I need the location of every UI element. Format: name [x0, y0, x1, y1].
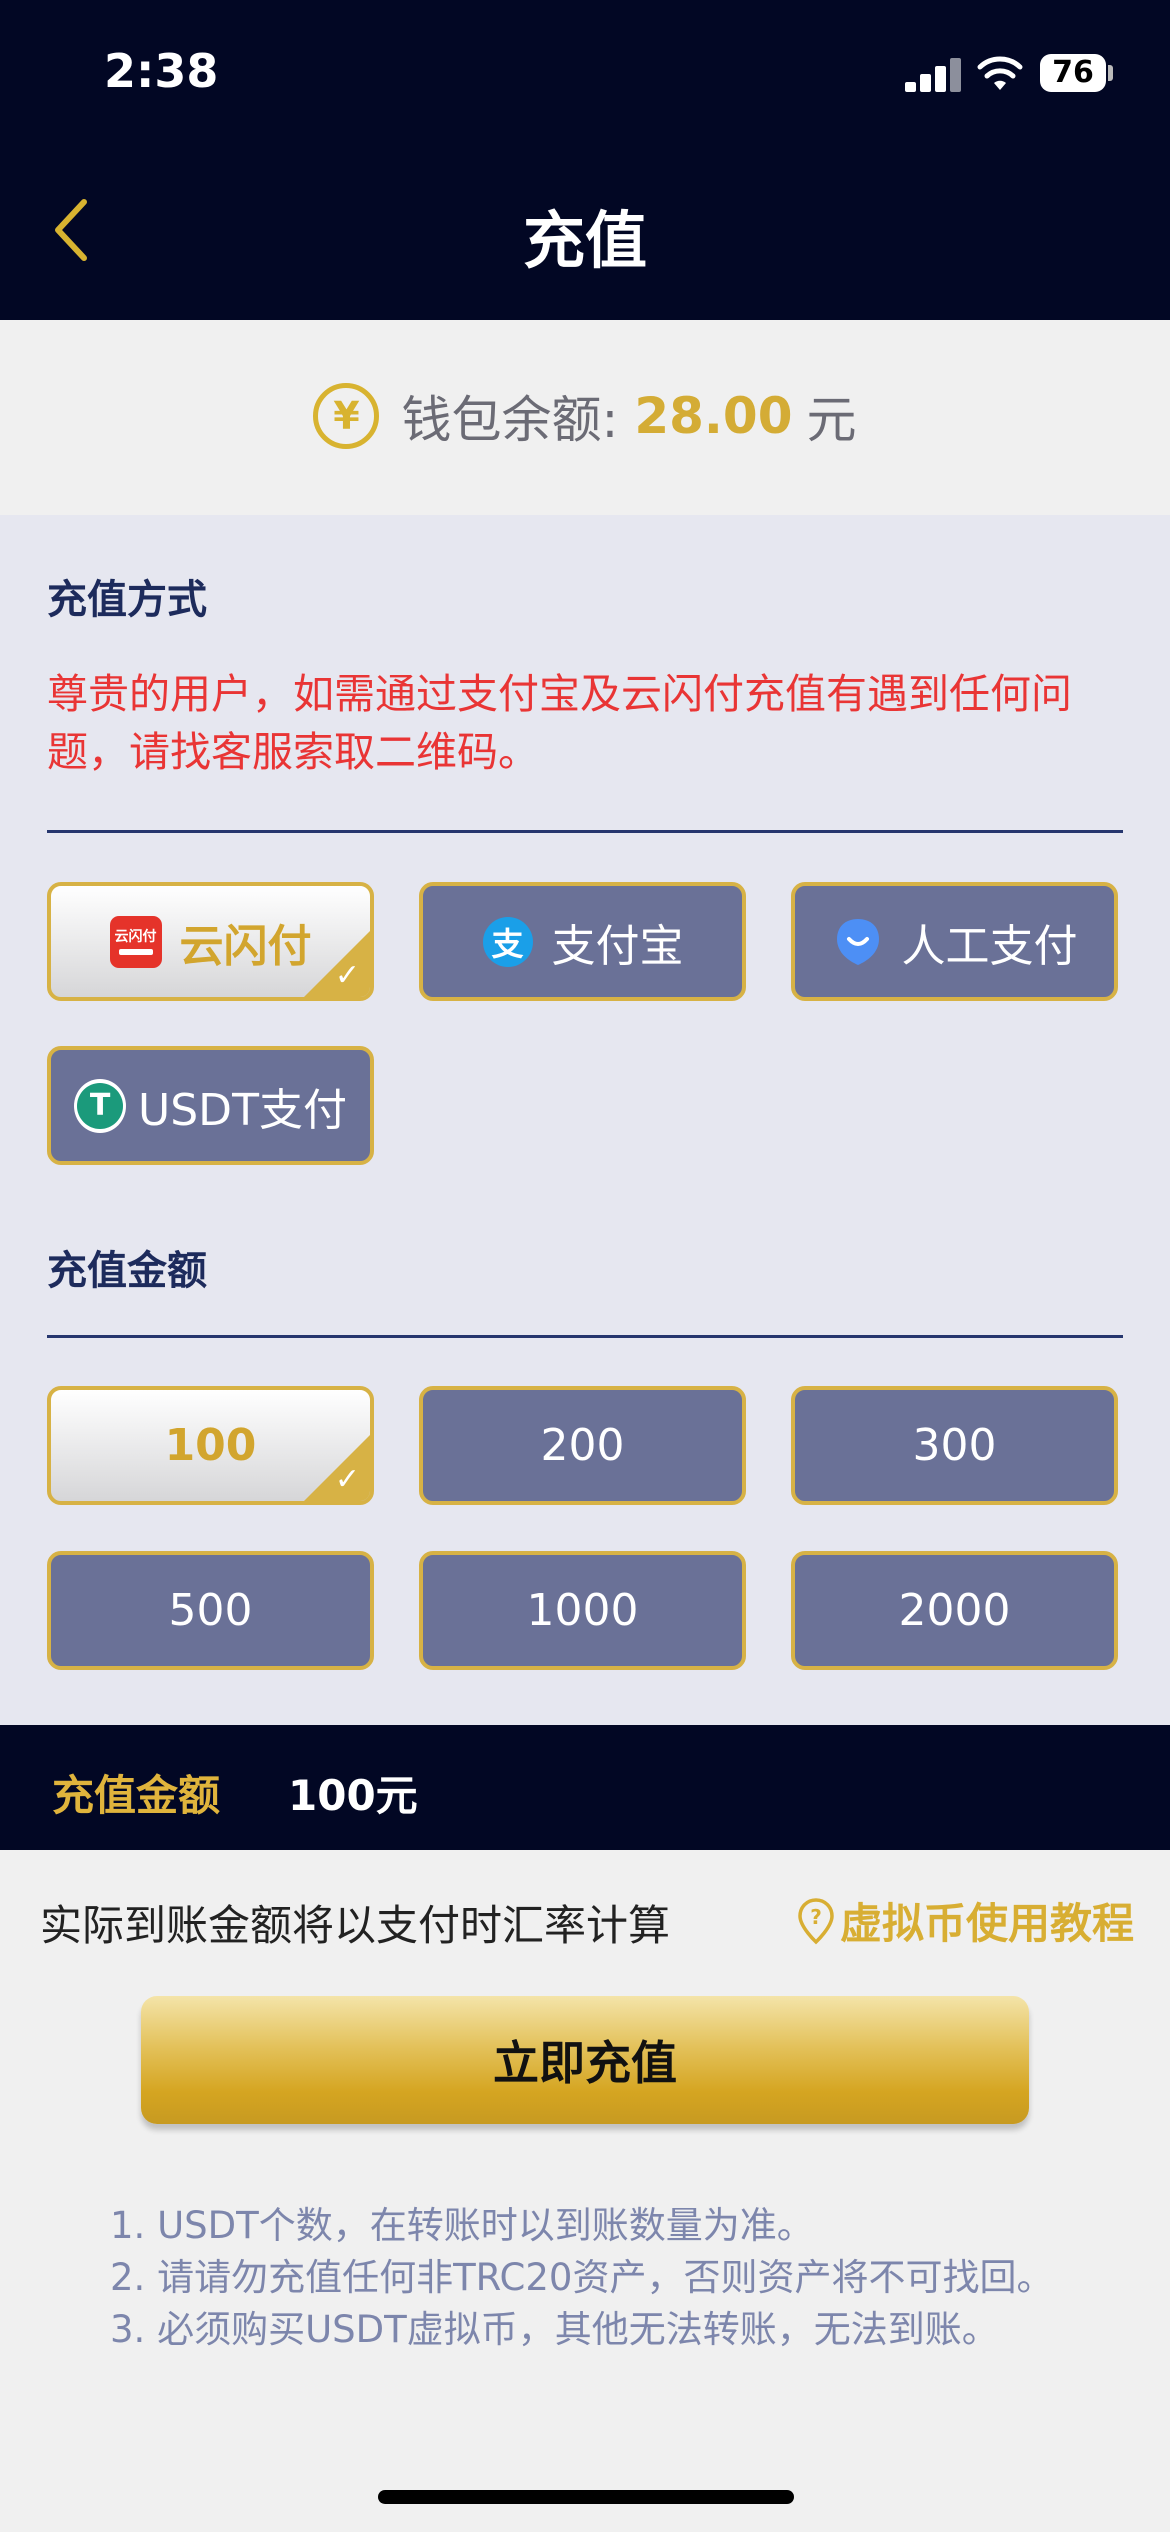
amount-option-label: 300: [912, 1420, 997, 1471]
summary-label: 充值金额: [52, 1771, 221, 1820]
check-icon: ✓: [334, 958, 360, 993]
payment-option-label: 云闪付: [179, 920, 312, 972]
payment-option-label: USDT支付: [138, 1084, 347, 1136]
alipay-icon-text: 支: [482, 916, 533, 967]
amount-option-500[interactable]: 500: [47, 1551, 374, 1670]
note-item: 3. 必须购买USDT虚拟币，其他无法转账，无法到账。: [110, 2308, 999, 2351]
payment-notice: 尊贵的用户，如需通过支付宝及云闪付充值有遇到任何问题，请找客服索取二维码。: [47, 670, 1072, 776]
payment-option-alipay[interactable]: 支 支付宝: [419, 882, 746, 1001]
amount-option-label: 200: [540, 1420, 625, 1471]
amount-option-2000[interactable]: 2000: [791, 1551, 1118, 1670]
note-item: 1. USDT个数，在转账时以到账数量为准。: [110, 2204, 814, 2247]
balance-label: 钱包余额:: [401, 391, 619, 449]
tutorial-link-label: 虚拟币使用教程: [840, 1899, 1135, 1948]
home-indicator: [378, 2490, 794, 2504]
payment-option-label: 人工支付: [901, 920, 1078, 972]
balance-unit: 元: [806, 391, 857, 449]
check-icon: ✓: [334, 1462, 360, 1497]
amount-option-label: 2000: [898, 1585, 1011, 1636]
payment-option-manual[interactable]: 人工支付: [791, 882, 1118, 1001]
recharge-now-button[interactable]: 立即充值: [141, 1996, 1029, 2124]
yen-coin-icon: ¥: [313, 383, 380, 449]
amount-option-label: 1000: [526, 1585, 639, 1636]
cellular-signal-icon: [905, 56, 965, 92]
payment-option-usdt[interactable]: T USDT支付: [47, 1046, 374, 1165]
wifi-icon: [977, 56, 1023, 90]
alipay-icon: 支: [482, 916, 534, 968]
battery-level: 76: [1052, 55, 1094, 90]
payment-method-title: 充值方式: [47, 577, 207, 623]
tutorial-link[interactable]: ? 虚拟币使用教程: [796, 1890, 1134, 1951]
summary-value: 100元: [288, 1771, 418, 1820]
svg-text:?: ?: [810, 1905, 822, 1929]
amount-option-label: 500: [168, 1585, 253, 1636]
battery-tip: [1108, 65, 1113, 81]
amount-title: 充值金额: [47, 1248, 207, 1294]
payment-option-unionpay[interactable]: 云闪付 云闪付 ✓: [47, 882, 374, 1001]
amount-option-300[interactable]: 300: [791, 1386, 1118, 1505]
amount-option-100[interactable]: 100 ✓: [47, 1386, 374, 1505]
notes-list: 1. USDT个数，在转账时以到账数量为准。 2. 请请勿充值任何非TRC20资…: [110, 2200, 1053, 2356]
unionpay-icon: 云闪付: [109, 915, 162, 968]
amount-option-1000[interactable]: 1000: [419, 1551, 746, 1670]
battery-icon: 76: [1040, 54, 1106, 92]
location-pin-icon: ?: [798, 1897, 834, 1944]
tether-icon-text: T: [77, 1082, 124, 1129]
tether-icon: T: [74, 1078, 127, 1133]
amount-option-200[interactable]: 200: [419, 1386, 746, 1505]
exchange-rate-note: 实际到账金额将以支付时汇率计算: [40, 1901, 671, 1950]
note-item: 2. 请请勿充值任何非TRC20资产，否则资产将不可找回。: [110, 2256, 1054, 2299]
divider: [47, 1335, 1123, 1338]
unionpay-icon-text: 云闪付: [114, 928, 157, 945]
manual-pay-icon: [832, 916, 884, 968]
divider: [47, 830, 1123, 833]
payment-option-label: 支付宝: [551, 920, 684, 972]
balance-row: ¥ 钱包余额: 28.00 元: [0, 380, 1170, 452]
balance-value: 28.00: [634, 387, 793, 445]
amount-option-label: 100: [164, 1420, 257, 1471]
status-time: 2:38: [104, 44, 219, 98]
page-title: 充值: [522, 204, 647, 277]
